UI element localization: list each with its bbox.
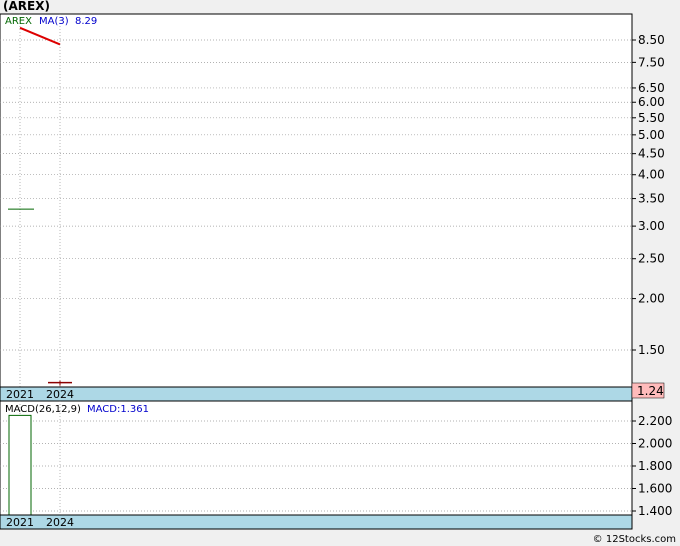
- price-tick-label: 3.50: [638, 192, 665, 206]
- macd-tick-label: 1.600: [638, 482, 672, 496]
- price-panel: [0, 13, 633, 388]
- macd-tick-labels: 2.200 2.000 1.800 1.600 1.400: [638, 414, 672, 518]
- macd-year-label: 2021: [6, 516, 34, 529]
- macd-legend-value: MACD:1.361: [87, 404, 149, 415]
- price-tick-label: 2.00: [638, 292, 665, 306]
- macd-year-label: 2024: [46, 516, 74, 529]
- legend-symbol: AREX: [5, 16, 32, 27]
- macd-xaxis-band: [0, 514, 633, 530]
- legend-ma-value: 8.29: [75, 16, 97, 27]
- price-tick-label: 6.00: [638, 95, 665, 109]
- macd-marks: [8, 414, 32, 516]
- legend-ma-label: MA(3): [39, 16, 69, 27]
- price-tick-label: 4.00: [638, 168, 665, 182]
- price-year-label: 2024: [46, 388, 74, 401]
- macd-bar: [8, 414, 32, 516]
- price-tick-label: 2.50: [638, 252, 665, 266]
- macd-tick-label: 2.000: [638, 437, 672, 451]
- macd-tick-label: 1.800: [638, 459, 672, 473]
- price-tick-label: 6.50: [638, 81, 665, 95]
- last-price-badge: 1.24: [637, 384, 664, 398]
- macd-tick-label: 1.400: [638, 504, 672, 518]
- macd-panel: [0, 400, 633, 516]
- price-year-label: 2021: [6, 388, 34, 401]
- price-xaxis-band: [0, 386, 633, 402]
- price-tick-label: 4.50: [638, 147, 665, 161]
- price-tick-label: 1.50: [638, 343, 665, 357]
- macd-tick-label: 2.200: [638, 414, 672, 428]
- price-tick-label: 7.50: [638, 55, 665, 69]
- macd-legend-label: MACD(26,12,9): [5, 404, 81, 415]
- price-tick-label: 3.00: [638, 219, 665, 233]
- price-tick-label: 8.50: [638, 33, 665, 47]
- stock-chart: 2021 2024 8.50 7.50 6.506.00 5.50 5.00 4.50 4.0…: [0, 13, 672, 530]
- footer-credit: © 12Stocks.com: [592, 534, 676, 545]
- price-tick-label: 5.50: [638, 111, 665, 125]
- price-tick-labels: 8.50 7.50 6.506.00 5.50 5.00 4.50 4.00 3.50 3.00…: [638, 33, 665, 357]
- price-tick-label: 5.00: [638, 128, 665, 142]
